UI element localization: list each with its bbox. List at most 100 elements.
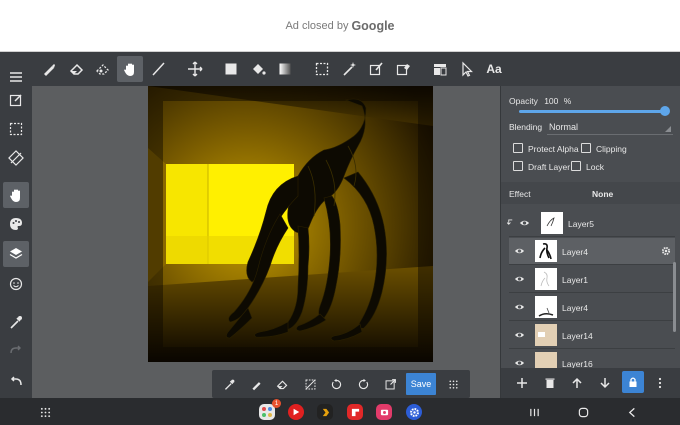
clipping-label: Clipping xyxy=(596,144,627,154)
layer-item[interactable]: Layer16 xyxy=(509,350,675,368)
undo-icon[interactable] xyxy=(3,368,29,394)
hand-icon[interactable] xyxy=(3,182,29,208)
magic-wand-icon[interactable] xyxy=(336,56,362,82)
apps-drawer-icon[interactable] xyxy=(35,402,55,422)
lock-label: Lock xyxy=(586,162,604,172)
layer-item[interactable]: Layer1 xyxy=(509,266,675,293)
eyedropper-icon[interactable] xyxy=(219,374,239,394)
layer-list-scrollbar[interactable] xyxy=(673,262,676,332)
blur-icon[interactable] xyxy=(90,56,116,82)
effect-value: None xyxy=(592,189,614,199)
more-options-icon[interactable] xyxy=(651,374,669,392)
ad-banner: Ad closed by Google xyxy=(0,0,680,52)
edit-icon[interactable] xyxy=(3,87,29,113)
artwork xyxy=(148,86,433,362)
pointer-icon[interactable] xyxy=(454,56,480,82)
layer-item-selected[interactable]: Layer4 xyxy=(509,238,675,265)
grid-icon[interactable] xyxy=(443,374,463,394)
youtube-icon[interactable] xyxy=(286,402,306,422)
apps-grid-icon[interactable]: 1 xyxy=(257,399,281,422)
protect-alpha-checkbox[interactable] xyxy=(513,143,523,153)
delete-layer-icon[interactable] xyxy=(541,374,559,392)
canvas-toolbar: Save xyxy=(212,370,470,398)
move-icon[interactable] xyxy=(182,56,208,82)
save-button[interactable]: Save xyxy=(406,373,436,395)
lock-checkbox[interactable] xyxy=(571,161,581,171)
export-icon[interactable] xyxy=(380,374,400,394)
dropdown-corner-icon xyxy=(665,126,671,132)
draft-layer-label: Draft Layer xyxy=(528,162,571,172)
rotate-left-icon[interactable] xyxy=(326,374,346,394)
app-root: Ad closed by Google Aa Save Opacity 100 … xyxy=(0,0,680,425)
deselect-icon[interactable] xyxy=(300,374,320,394)
effect-row[interactable]: Effect None xyxy=(501,182,680,204)
rect-fill-icon[interactable] xyxy=(218,56,244,82)
gear-icon[interactable] xyxy=(661,246,671,256)
hand-tool-icon[interactable] xyxy=(117,56,143,82)
move-layer-up-icon[interactable] xyxy=(568,374,586,392)
emoji-icon[interactable] xyxy=(3,271,29,297)
clip-arrow-icon xyxy=(507,219,513,225)
select-icon[interactable] xyxy=(309,56,335,82)
bucket-icon[interactable] xyxy=(245,56,271,82)
palette-icon[interactable] xyxy=(3,211,29,237)
canvas-workspace[interactable] xyxy=(32,86,500,398)
eye-icon[interactable] xyxy=(514,246,525,256)
layer-name: Layer14 xyxy=(562,331,593,341)
layers-icon[interactable] xyxy=(3,241,29,267)
rotate-right-icon[interactable] xyxy=(353,374,373,394)
gradient-icon[interactable] xyxy=(272,56,298,82)
blending-label: Blending xyxy=(509,122,543,132)
notification-badge: 1 xyxy=(272,399,281,408)
layer-name: Layer4 xyxy=(562,303,588,313)
layer-item[interactable]: Layer14 xyxy=(509,322,675,349)
draft-layer-checkbox[interactable] xyxy=(513,161,523,171)
home-icon[interactable] xyxy=(573,402,593,422)
layer-item[interactable]: Layer4 xyxy=(509,294,675,321)
move-layer-down-icon[interactable] xyxy=(596,374,614,392)
text-tool-button[interactable]: Aa xyxy=(481,56,507,82)
layer-name: Layer16 xyxy=(562,359,593,368)
eye-icon[interactable] xyxy=(514,358,525,368)
select-rect-icon[interactable] xyxy=(3,116,29,142)
layer-name: Layer4 xyxy=(562,247,588,257)
layer-item[interactable]: Layer5 xyxy=(507,210,675,237)
layer-thumbnail xyxy=(535,352,557,368)
lock-layer-icon[interactable] xyxy=(622,371,644,393)
eraser-icon[interactable] xyxy=(64,56,90,82)
eye-icon[interactable] xyxy=(519,218,530,228)
flipboard-icon[interactable] xyxy=(345,402,365,422)
eraser-icon[interactable] xyxy=(272,374,292,394)
brush-icon[interactable] xyxy=(36,56,62,82)
opacity-value: 100 xyxy=(544,96,559,106)
redo-icon[interactable] xyxy=(3,338,29,364)
eye-icon[interactable] xyxy=(514,330,525,340)
eye-icon[interactable] xyxy=(514,302,525,312)
opacity-unit: % xyxy=(563,96,572,106)
screen-recorder-icon[interactable] xyxy=(374,402,394,422)
pen-icon[interactable] xyxy=(246,374,266,394)
left-toolbar xyxy=(0,72,32,398)
blending-value: Normal xyxy=(549,122,579,132)
layer-name: Layer1 xyxy=(562,275,588,285)
opacity-slider[interactable] xyxy=(519,110,667,113)
clipping-checkbox[interactable] xyxy=(581,143,591,153)
opacity-slider-handle[interactable] xyxy=(660,106,670,116)
eyedropper-icon[interactable] xyxy=(3,309,29,335)
eye-icon[interactable] xyxy=(514,274,525,284)
back-icon[interactable] xyxy=(622,402,642,422)
layout-icon[interactable] xyxy=(427,56,453,82)
select-pen-icon[interactable] xyxy=(363,56,389,82)
blending-select[interactable]: Normal xyxy=(547,117,673,135)
layer-list: Layer5 Layer4 Layer1 Layer4 Layer14 Laye… xyxy=(501,208,680,368)
transform-icon[interactable] xyxy=(3,145,29,171)
opacity-label: Opacity 100 % xyxy=(509,96,571,106)
settings-icon[interactable] xyxy=(404,402,424,422)
add-layer-icon[interactable] xyxy=(513,374,531,392)
line-icon[interactable] xyxy=(145,56,171,82)
recents-icon[interactable] xyxy=(524,402,544,422)
plex-icon[interactable] xyxy=(315,402,335,422)
drawing-canvas[interactable] xyxy=(148,86,433,362)
select-eraser-icon[interactable] xyxy=(390,56,416,82)
layer-actions-bar xyxy=(501,368,680,398)
